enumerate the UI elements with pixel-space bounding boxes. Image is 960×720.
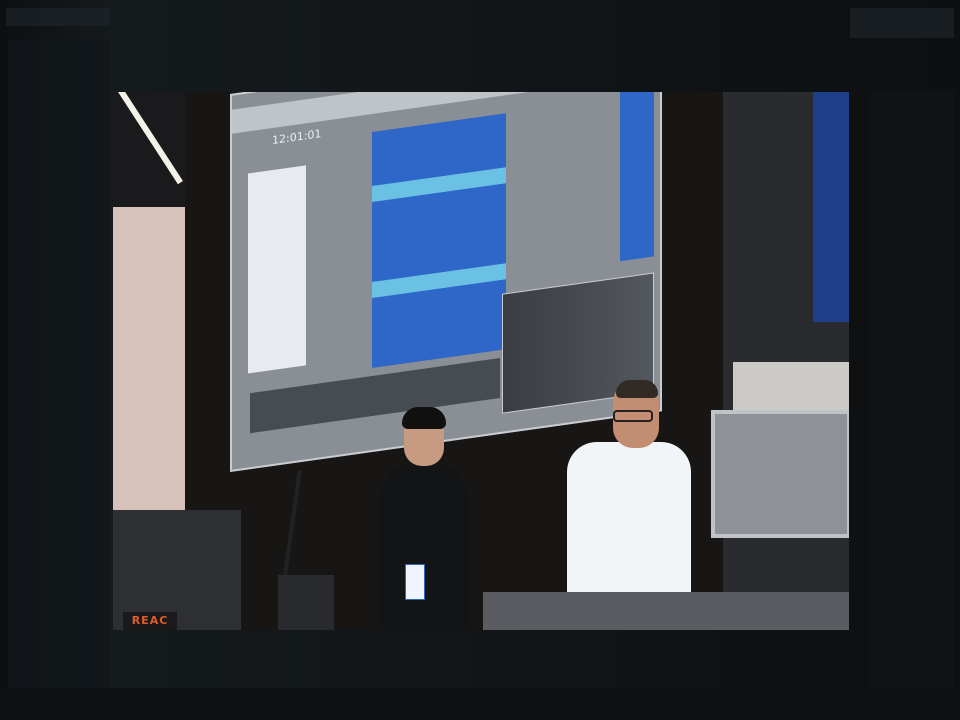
audio-waveform-right: [620, 92, 654, 262]
person-right: [567, 442, 691, 592]
bg-toolbar: [6, 8, 110, 26]
bg-left-panel: [8, 40, 110, 690]
daw-timeline: [250, 358, 500, 434]
waveform-peak-top: [372, 167, 506, 203]
projection-screen: 12:01:01: [230, 92, 662, 473]
glasses: [613, 410, 653, 422]
logo-text: REAC: [131, 614, 169, 627]
audio-waveform: [372, 113, 506, 369]
reac-logo: REAC: [123, 612, 177, 630]
bg-right-toolbar: [850, 8, 954, 38]
lanyard-badge: [405, 564, 425, 600]
person-left: [378, 462, 470, 630]
desk: [483, 592, 849, 630]
display-screen: [813, 92, 849, 322]
daw-timecode: 12:01:01: [272, 127, 322, 148]
ceiling-light: [118, 92, 183, 185]
beanie-hat: [402, 407, 446, 429]
background-taskbar: [0, 688, 960, 720]
computer-monitor: [711, 410, 849, 538]
audio-rack: [278, 575, 334, 630]
daw-track-list: [248, 165, 306, 374]
bg-right-panel: [870, 90, 954, 690]
person-right-hair: [616, 380, 658, 398]
waveform-peak-bottom: [372, 263, 506, 299]
video-frame: 12:01:01 REAC: [113, 92, 849, 630]
